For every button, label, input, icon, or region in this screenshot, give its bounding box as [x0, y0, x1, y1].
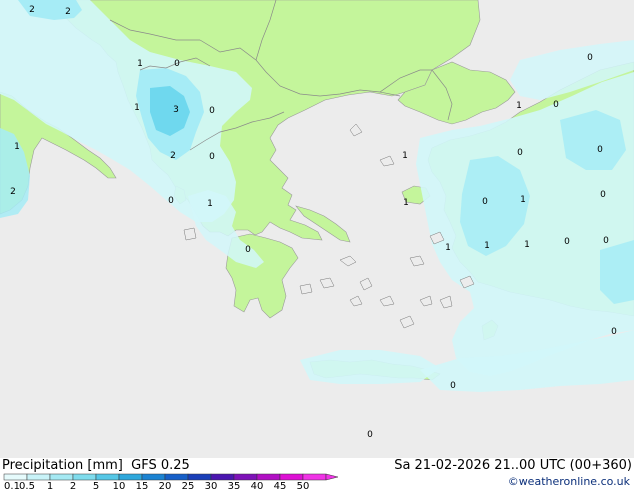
legend-tick-label: 50 — [297, 481, 310, 490]
precip-value-label: 0 — [209, 106, 215, 116]
precip-value-label: 0 — [367, 430, 373, 440]
legend-swatch — [26, 473, 51, 481]
legend-tick-label: 10 — [113, 481, 126, 490]
precip-value-label: 0 — [597, 145, 603, 155]
credit-link[interactable]: ©weatheronline.co.uk — [508, 475, 630, 488]
precipitation-map: 2 2 1 0 1 3 0 1 2 0 2 0 1 0 0 1 0 0 0 1 1 0 1 0 1 1 0 0 1 0 0 0 — [0, 0, 634, 458]
map-timestamp: Sa 21-02-2026 21..00 UTC (00+360) — [394, 458, 632, 473]
legend-tick-label: 5 — [93, 481, 99, 490]
precip-value-label: 1 — [484, 241, 490, 251]
precip-value-label: 0 — [517, 148, 523, 158]
legend-tick-label: 20 — [159, 481, 172, 490]
map-title: Precipitation [mm] GFS 0.25 — [2, 458, 190, 473]
precip-value-label: 1 — [137, 59, 143, 69]
precip-value-label: 0 — [482, 197, 488, 207]
legend-swatch — [164, 473, 189, 481]
precip-value-label: 0 — [245, 245, 251, 255]
legend-ticks: 0.1 0.5 1 2 5 10 15 20 25 30 35 40 45 50 — [4, 481, 309, 490]
island — [299, 283, 313, 295]
precip-value-label: 0 — [553, 100, 559, 110]
legend-tick-label: 25 — [182, 481, 195, 490]
precip-value-label: 0 — [209, 152, 215, 162]
legend-swatch — [279, 473, 304, 481]
legend-swatch — [256, 473, 281, 481]
legend-swatch — [302, 473, 327, 481]
island — [183, 227, 197, 241]
precip-value-label: 2 — [29, 5, 35, 15]
color-legend: 0.1 0.5 1 2 5 10 15 20 25 30 35 40 45 50 — [3, 473, 339, 490]
precip-value-label: 1 — [207, 199, 213, 209]
legend-swatch — [95, 473, 120, 481]
legend-tick-label: 40 — [251, 481, 264, 490]
precip-value-label: 0 — [564, 237, 570, 247]
precip-value-label: 2 — [10, 187, 16, 197]
precip-value-label: 1 — [516, 101, 522, 111]
precip-value-label: 1 — [134, 103, 140, 113]
legend-tick-label: 2 — [70, 481, 76, 490]
legend-arrow — [325, 473, 339, 481]
legend-swatch — [3, 473, 28, 481]
precip-value-label: 1 — [445, 243, 451, 253]
precip-value-label: 0 — [611, 327, 617, 337]
precip-value-label: 0 — [603, 236, 609, 246]
legend-swatch — [118, 473, 143, 481]
legend-tick-label: 0.5 — [19, 481, 35, 490]
precip-value-label: 1 — [14, 142, 20, 152]
precip-value-label: 0 — [450, 381, 456, 391]
legend-swatch — [210, 473, 235, 481]
legend-swatches — [3, 473, 339, 481]
legend-swatch — [233, 473, 258, 481]
precip-value-label: 3 — [173, 105, 179, 115]
legend-swatch — [187, 473, 212, 481]
precip-value-label: 2 — [170, 151, 176, 161]
legend-swatch — [72, 473, 97, 481]
precip-value-label: 1 — [402, 151, 408, 161]
precip-value-label: 1 — [403, 198, 409, 208]
precip-value-label: 2 — [65, 7, 71, 17]
precip-value-label: 1 — [524, 240, 530, 250]
legend-tick-label: 45 — [274, 481, 287, 490]
legend-tick-label: 30 — [205, 481, 218, 490]
precip-area-east-edge — [600, 240, 634, 304]
precip-value-label: 0 — [587, 53, 593, 63]
legend-swatch — [141, 473, 166, 481]
legend-tick-label: 0.1 — [4, 481, 20, 490]
legend-tick-label: 15 — [136, 481, 149, 490]
precip-value-label: 1 — [520, 195, 526, 205]
precip-value-label: 0 — [174, 59, 180, 69]
precip-value-label: 0 — [168, 196, 174, 206]
legend-tick-label: 35 — [228, 481, 241, 490]
precip-value-label: 0 — [600, 190, 606, 200]
legend-tick-label: 1 — [47, 481, 53, 490]
legend-swatch — [49, 473, 74, 481]
